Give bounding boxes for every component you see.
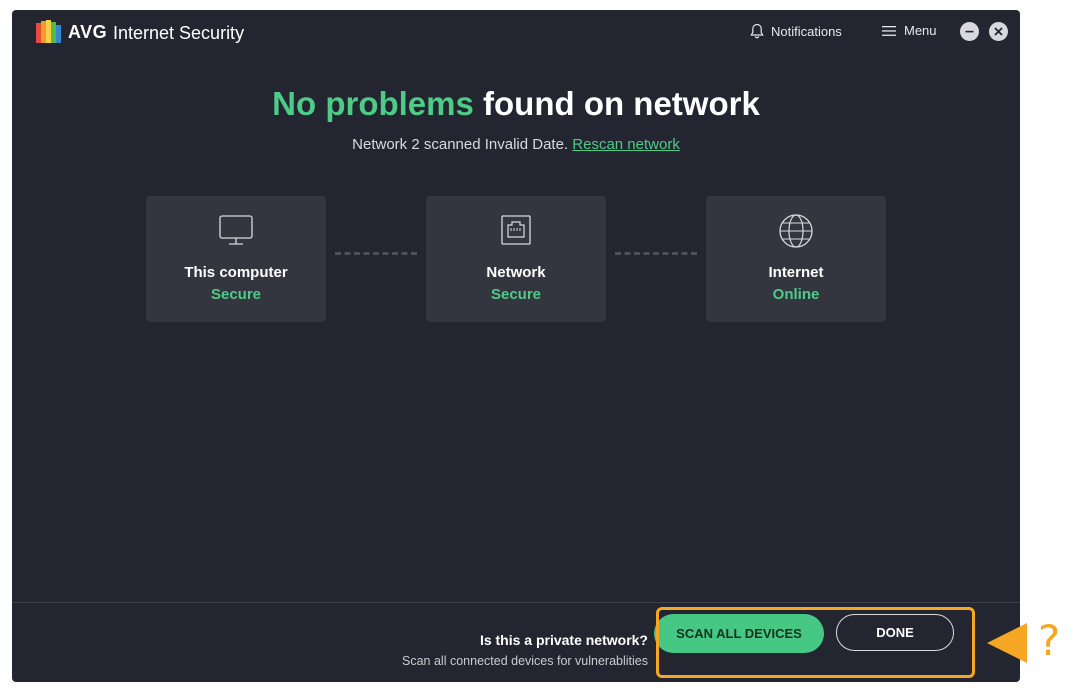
page-title-rest: found on network <box>473 85 760 122</box>
card-internet: Internet Online <box>706 196 886 322</box>
avg-logo-icon <box>36 20 61 43</box>
menu-label: Menu <box>904 23 937 38</box>
notifications-button[interactable]: Notifications <box>750 23 842 39</box>
rescan-network-link[interactable]: Rescan network <box>572 136 680 153</box>
question-mark: ? <box>1038 616 1061 665</box>
highlight-box <box>656 607 975 678</box>
card-status: Secure <box>210 286 262 303</box>
page-title-highlight: No problems <box>272 85 474 122</box>
minimize-icon <box>965 30 974 33</box>
app-window: AVG Internet Security Notifications Menu <box>12 10 1020 682</box>
scan-status-line: Network 2 scanned Invalid Date. Rescan n… <box>12 136 1020 153</box>
title-bar: AVG Internet Security Notifications Menu <box>12 10 1020 54</box>
card-network: Network Secure <box>426 196 606 322</box>
close-icon <box>994 27 1003 36</box>
notifications-label: Notifications <box>771 23 842 39</box>
card-title: This computer <box>184 264 288 281</box>
ethernet-port-icon <box>501 215 531 245</box>
page-title: No problems found on network <box>12 85 1020 123</box>
bell-icon <box>750 23 764 39</box>
card-status: Online <box>772 286 820 303</box>
monitor-icon <box>219 215 253 245</box>
menu-button[interactable]: Menu <box>882 23 937 38</box>
card-title: Internet <box>768 264 824 281</box>
scan-status-text: Network 2 scanned Invalid Date. <box>352 136 573 153</box>
card-title: Network <box>486 264 546 281</box>
private-network-description: Scan all connected devices for vulnerabl… <box>402 654 648 668</box>
globe-icon <box>779 214 813 248</box>
close-button[interactable] <box>989 22 1008 41</box>
product-name: Internet Security <box>113 23 245 43</box>
card-this-computer: This computer Secure <box>146 196 326 322</box>
private-network-question: Is this a private network? <box>479 632 648 648</box>
brand-name: AVG <box>68 22 108 42</box>
card-status: Secure <box>490 286 542 303</box>
minimize-button[interactable] <box>960 22 979 41</box>
hamburger-icon <box>882 25 896 36</box>
connector-line <box>615 252 697 255</box>
connector-line <box>335 252 417 255</box>
pointer-arrow-icon <box>987 623 1027 663</box>
